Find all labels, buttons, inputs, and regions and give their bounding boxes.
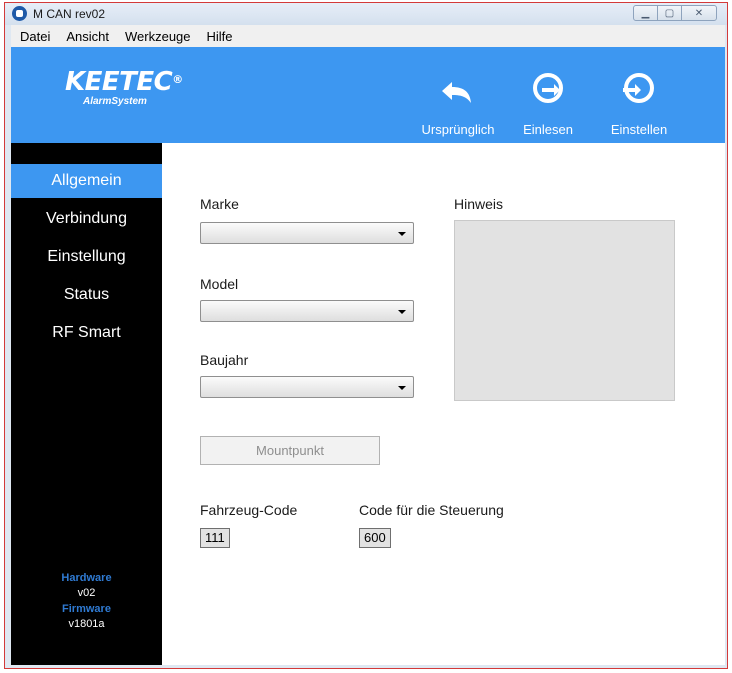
logo-registered-mark: ® bbox=[172, 73, 183, 86]
app-icon bbox=[12, 6, 27, 21]
sidebar-item-verbindung[interactable]: Verbindung bbox=[11, 200, 162, 238]
ursprunglich-button[interactable]: Ursprünglich bbox=[413, 47, 503, 143]
minimize-icon: ▁ bbox=[641, 7, 650, 19]
fahrzeug-code-value: 111 bbox=[200, 528, 230, 548]
einlesen-label: Einlesen bbox=[523, 122, 573, 137]
steuerung-code-label: Code für die Steuerung bbox=[359, 502, 504, 518]
baujahr-label: Baujahr bbox=[200, 352, 249, 368]
logo-subtitle: AlarmSystem bbox=[83, 96, 147, 107]
header-spacer bbox=[11, 143, 725, 164]
sidebar-item-status[interactable]: Status bbox=[11, 276, 162, 314]
sidebar-top bbox=[11, 143, 162, 164]
chevron-down-icon bbox=[398, 310, 406, 314]
maximize-icon: ▢ bbox=[664, 7, 675, 19]
header-banner: KEETEC® AlarmSystem Ursprünglich Einlese… bbox=[11, 47, 725, 143]
baujahr-select[interactable] bbox=[200, 376, 414, 398]
einstellen-label: Einstellen bbox=[610, 122, 668, 137]
firmware-label: Firmware bbox=[62, 603, 111, 615]
window-title: M CAN rev02 bbox=[33, 7, 106, 21]
steuerung-code-value: 600 bbox=[359, 528, 391, 548]
mountpunkt-button[interactable]: Mountpunkt bbox=[200, 436, 380, 465]
read-in-icon bbox=[528, 72, 568, 112]
chevron-down-icon bbox=[398, 386, 406, 390]
einstellen-button[interactable]: Einstellen bbox=[603, 47, 675, 143]
hardware-label: Hardware bbox=[61, 572, 112, 584]
hinweis-label: Hinweis bbox=[454, 196, 504, 212]
menu-hilfe[interactable]: Hilfe bbox=[199, 29, 241, 44]
menu-datei[interactable]: Datei bbox=[11, 29, 58, 44]
fahrzeug-code-label: Fahrzeug-Code bbox=[200, 502, 298, 518]
logo-wordmark: KEETEC bbox=[65, 67, 173, 97]
undo-arrow-icon bbox=[438, 72, 478, 112]
menu-werkzeuge[interactable]: Werkzeuge bbox=[117, 29, 199, 44]
marke-select[interactable] bbox=[200, 222, 414, 244]
main-content: Marke Model Baujahr Hinweis Mountpunkt F… bbox=[162, 164, 725, 665]
write-in-icon bbox=[619, 72, 659, 112]
hinweis-box bbox=[454, 220, 675, 401]
model-label: Model bbox=[200, 276, 239, 292]
model-select[interactable] bbox=[200, 300, 414, 322]
marke-label: Marke bbox=[200, 196, 239, 212]
title-bar: M CAN rev02 ▁ ▢ ✕ bbox=[5, 3, 727, 25]
sidebar-item-einstellung[interactable]: Einstellung bbox=[11, 238, 162, 276]
firmware-value: v1801a bbox=[68, 618, 105, 630]
hardware-value: v02 bbox=[77, 587, 96, 599]
sidebar: Allgemein Verbindung Einstellung Status … bbox=[11, 164, 162, 665]
menu-bar: Datei Ansicht Werkzeuge Hilfe bbox=[11, 25, 725, 47]
minimize-button[interactable]: ▁ bbox=[633, 5, 658, 21]
window-controls: ▁ ▢ ✕ bbox=[633, 5, 717, 21]
maximize-button[interactable]: ▢ bbox=[657, 5, 682, 21]
einlesen-button[interactable]: Einlesen bbox=[517, 47, 579, 143]
sidebar-item-allgemein[interactable]: Allgemein bbox=[11, 164, 162, 198]
ursprunglich-label: Ursprünglich bbox=[421, 122, 495, 137]
app-window: M CAN rev02 ▁ ▢ ✕ Datei Ansicht Werkzeug… bbox=[4, 2, 728, 669]
hardware-info: Hardware v02 Firmware v1801a bbox=[11, 572, 162, 630]
sidebar-item-rf-smart[interactable]: RF Smart bbox=[11, 314, 162, 352]
close-icon: ✕ bbox=[694, 7, 704, 19]
keetec-logo: KEETEC® AlarmSystem bbox=[65, 69, 183, 107]
menu-ansicht[interactable]: Ansicht bbox=[58, 29, 117, 44]
close-button[interactable]: ✕ bbox=[681, 5, 717, 21]
chevron-down-icon bbox=[398, 232, 406, 236]
